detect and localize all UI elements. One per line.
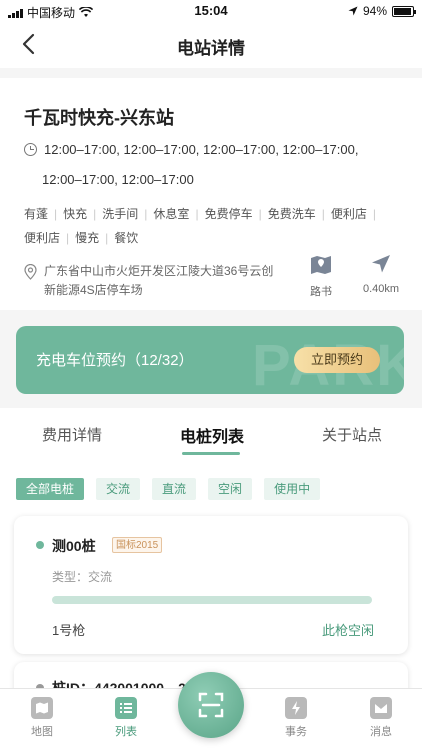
pile-filters: 全部电桩 交流 直流 空闲 使用中 <box>16 478 321 500</box>
amenity-tag: 便利店 <box>24 231 61 245</box>
status-bar: 中国移动 15:04 94% <box>0 0 422 22</box>
nav-bar: 电站详情 <box>0 22 422 68</box>
station-info-card: 千瓦时快充-兴东站 12:00–17:00, 12:00–17:00, 12:0… <box>0 78 422 310</box>
tab-about-station[interactable]: 关于站点 <box>322 424 382 445</box>
navigate-button[interactable]: 0.40km <box>358 252 404 295</box>
parking-reservation-banner: PARK 充电车位预约（12/32） 立即预约 <box>16 326 404 394</box>
station-address: 广东省中山市火炬开发区江陵大道36号云创新能源4S店停车场 <box>44 264 274 297</box>
pile-name: 测00桩 <box>52 538 96 554</box>
station-name: 千瓦时快充-兴东站 <box>24 108 174 128</box>
tab-map[interactable]: 地图 <box>17 697 67 739</box>
tab-messages[interactable]: 消息 <box>356 697 406 739</box>
tab-fee-details[interactable]: 费用详情 <box>42 424 102 445</box>
amenity-tag: 免费洗车 <box>267 207 316 221</box>
location-pin-icon <box>24 264 37 280</box>
clock-icon <box>24 143 37 156</box>
tab-map-label: 地图 <box>31 726 53 738</box>
page-title: 电站详情 <box>177 39 245 58</box>
tab-list[interactable]: 列表 <box>101 697 151 739</box>
status-dot <box>36 541 44 549</box>
scan-icon <box>198 692 224 718</box>
hours-line-1: 12:00–17:00, 12:00–17:00, 12:00–17:00, 1… <box>44 142 359 157</box>
gun-status: 此枪空闲 <box>321 623 374 638</box>
lightning-icon <box>285 697 307 719</box>
status-right: 94% <box>348 4 416 18</box>
gun-status-bar <box>52 596 372 604</box>
route-button[interactable]: 路书 <box>306 252 336 299</box>
tab-list-label: 列表 <box>115 726 137 738</box>
tab-pile-list[interactable]: 电桩列表 <box>180 423 244 447</box>
active-tab-indicator <box>182 452 240 455</box>
tab-affairs[interactable]: 事务 <box>271 697 321 739</box>
reservation-label: 充电车位预约（12/32） <box>36 352 194 369</box>
amenity-tag: 休息室 <box>153 207 190 221</box>
address-row: 广东省中山市火炬开发区江陵大道36号云创新能源4S店停车场 路书 0.40km <box>24 255 399 302</box>
reserve-now-button[interactable]: 立即预约 <box>294 347 380 373</box>
amenity-tag: 快充 <box>63 207 88 221</box>
filter-in-use[interactable]: 使用中 <box>264 478 321 500</box>
list-icon <box>115 697 137 719</box>
navigation-arrow-icon <box>372 255 390 273</box>
amenity-tag: 便利店 <box>330 207 367 221</box>
route-label: 路书 <box>310 286 332 298</box>
standard-badge: 国标2015 <box>112 537 163 553</box>
filter-ac[interactable]: 交流 <box>96 478 141 500</box>
distance-label: 0.40km <box>362 283 400 295</box>
battery-percent: 94% <box>362 4 387 18</box>
location-arrow-icon <box>348 6 358 16</box>
tab-affairs-label: 事务 <box>285 726 307 738</box>
filter-all[interactable]: 全部电桩 <box>16 478 85 500</box>
scan-button[interactable] <box>178 672 244 738</box>
filter-dc[interactable]: 直流 <box>152 478 197 500</box>
amenity-tag: 洗手间 <box>102 207 139 221</box>
detail-tabs: 费用详情 电桩列表 关于站点 <box>0 408 422 464</box>
station-content: 费用详情 电桩列表 关于站点 全部电桩 交流 直流 空闲 使用中 测00桩 国标… <box>0 408 422 722</box>
map-icon <box>31 697 53 719</box>
amenity-tag: 餐饮 <box>114 231 139 245</box>
amenity-tags: 有蓬 | 快充 | 洗手间 | 休息室 | 免费停车 | 免费洗车 | 便利店 | 便利店 | 慢充 | 餐饮 <box>24 202 404 250</box>
amenity-tag: 有蓬 <box>24 207 49 221</box>
battery-icon <box>392 5 416 17</box>
message-icon <box>370 697 392 719</box>
amenity-tag: 免费停车 <box>204 207 253 221</box>
pile-card[interactable]: 测00桩 国标2015 类型：交流 1号枪 此枪空闲 <box>14 516 408 654</box>
hours-line-2: 12:00–17:00, 12:00–17:00 <box>42 172 194 187</box>
tab-messages-label: 消息 <box>370 726 392 738</box>
pile-type: 类型：交流 <box>52 570 113 584</box>
filter-idle[interactable]: 空闲 <box>208 478 253 500</box>
amenity-tag: 慢充 <box>75 231 100 245</box>
gun-name: 1号枪 <box>52 623 86 638</box>
route-map-icon <box>311 256 331 274</box>
